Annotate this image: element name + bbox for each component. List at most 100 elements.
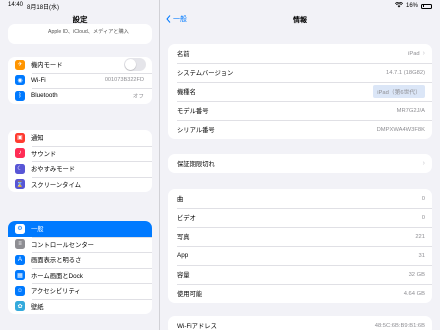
info-card-device: 名前 iPad › システムバージョン 14.7.1 (18G82) 機種名 iPad（第6…	[168, 44, 432, 139]
sidebar-item-value: 001073B322FD	[104, 77, 144, 84]
sidebar-item[interactable]: ♪ サウンド	[8, 145, 152, 162]
sidebar-item[interactable]: ⚙ 一般	[8, 221, 152, 237]
apple-id-subtitle: Apple ID、iCloud、メディアと購入	[48, 29, 129, 35]
sidebar-item-label: 一般	[31, 226, 44, 234]
page-title: 情報	[293, 17, 307, 24]
sidebar-item-label: 壁紙	[31, 303, 44, 311]
sidebar-item[interactable]: ▦ ホーム画面とDock	[8, 267, 152, 284]
apple-id-row[interactable]: Apple ID、iCloud、メディアと購入	[8, 24, 152, 44]
info-row-label: 使用可能	[177, 291, 203, 298]
sidebar-item[interactable]: ᛒ Bluetooth オフ	[8, 88, 152, 104]
status-time: 14:40	[8, 1, 24, 8]
info-row-label: シリアル番号	[177, 127, 215, 134]
info-card-media: 曲 0 ビデオ 0 写真 221 App 31 容量 32 GB 使用可能 4.64 GB	[168, 189, 432, 303]
info-row-value-text: 0	[421, 195, 425, 202]
settings-sidebar: 設定 Apple ID、iCloud、メディアと購入 ✈ 機内モード ◉ Wi-Fi 0…	[0, 0, 160, 330]
wallpaper-icon: ✿	[15, 301, 25, 312]
info-row[interactable]: 名前 iPad ›	[168, 44, 432, 63]
sidebar-item-label: アクセシビリティ	[31, 288, 81, 296]
info-row-label: App	[177, 252, 189, 259]
info-row-value-text: MR7G2J/A	[396, 107, 425, 114]
info-row: モデル番号 MR7G2J/A	[168, 101, 432, 120]
info-row-value: iPad（第6世代）	[373, 85, 425, 98]
sidebar-item[interactable]: ≡ コントロールセンター	[8, 236, 152, 253]
sidebar-item[interactable]: ✿ 壁紙	[8, 298, 152, 315]
sidebar-item-label: スクリーンタイム	[31, 181, 81, 189]
battery-icon	[421, 3, 432, 9]
info-row: シリアル番号 DMPXWA4W3F8K	[168, 120, 432, 139]
info-row-value-text: 4.64 GB	[403, 290, 425, 297]
info-row-value: 31	[419, 253, 425, 259]
notifications-icon: ▣	[15, 132, 25, 143]
nav-bar: 一般 情報	[160, 12, 440, 28]
status-bar: 14:40 8月18日(水) 16%	[0, 0, 440, 12]
sidebar-item-label: おやすみモード	[31, 166, 76, 174]
sidebar-item-label: 画面表示と明るさ	[31, 257, 82, 265]
info-row-value: 0	[422, 215, 425, 221]
sidebar-item-label: ホーム画面とDock	[31, 272, 83, 280]
airplane-mode-toggle[interactable]	[124, 58, 146, 72]
sidebar-item-label: Wi-Fi	[31, 76, 46, 84]
info-card-network: Wi-Fiアドレス 48:5C:6B:B9:B1:6B	[168, 316, 432, 330]
sidebar-item[interactable]: ☾ おやすみモード	[8, 161, 152, 177]
info-row[interactable]: 保証期限切れ ›	[168, 154, 432, 173]
info-row-label: 曲	[177, 196, 184, 203]
sidebar-item-label: サウンド	[31, 150, 57, 158]
info-row: 写真 221	[168, 227, 432, 246]
home-screen-icon: ▦	[15, 270, 25, 281]
info-row-label: 写真	[177, 234, 190, 241]
info-row-label: 機種名	[177, 89, 196, 96]
info-row-label: モデル番号	[177, 108, 209, 115]
info-row-value: 0	[422, 196, 425, 202]
sidebar-item-label: コントロールセンター	[31, 241, 94, 249]
moon-icon: ☾	[15, 163, 25, 174]
chevron-right-icon: ›	[422, 50, 425, 57]
info-row-value: 4.64 GB	[404, 291, 425, 297]
info-row: ビデオ 0	[168, 208, 432, 227]
sidebar-item[interactable]: ⌛ スクリーンタイム	[8, 176, 152, 193]
sidebar-item-value: オフ	[132, 93, 144, 100]
display-icon: A	[15, 254, 25, 265]
battery-percent: 16%	[405, 3, 418, 9]
sidebar-group-connectivity: ✈ 機内モード ◉ Wi-Fi 001073B322FD ᛒ Bluetooth オフ	[8, 57, 152, 104]
wifi-status-icon	[394, 1, 404, 10]
info-row-value: iPad ›	[408, 50, 425, 57]
info-row-label: 保証期限切れ	[177, 161, 215, 168]
info-row-value: DMPXWA4W3F8K	[377, 127, 425, 133]
info-row-value: ›	[423, 160, 425, 167]
status-date: 8月18日(水)	[27, 4, 60, 11]
info-row-value: 14.7.1 (18G82)	[386, 70, 425, 76]
info-row-value-text: 221	[415, 233, 425, 240]
chevron-right-icon: ›	[422, 160, 425, 167]
wifi-icon: ◉	[15, 75, 25, 86]
info-row-value: 48:5C:6B:B9:B1:6B	[375, 323, 425, 329]
info-row-label: システムバージョン	[177, 70, 234, 77]
sidebar-item[interactable]: ☺ アクセシビリティ	[8, 283, 152, 299]
sidebar-item[interactable]: ◉ Wi-Fi 001073B322FD	[8, 72, 152, 89]
accessibility-icon: ☺	[15, 285, 25, 296]
info-row-value-text: iPad（第6世代）	[377, 90, 421, 96]
info-row-label: 容量	[177, 272, 190, 279]
info-card-warranty: 保証期限切れ ›	[168, 154, 432, 173]
info-row: システムバージョン 14.7.1 (18G82)	[168, 63, 432, 82]
detail-pane: 一般 情報 名前 iPad › システムバージョン 14.7.1 (18G82) 機種名 i…	[160, 0, 440, 330]
gear-icon: ⚙	[15, 223, 25, 234]
sidebar-item[interactable]: A 画面表示と明るさ	[8, 252, 152, 268]
sound-icon: ♪	[15, 148, 25, 159]
hourglass-icon: ⌛	[15, 179, 25, 190]
info-row: 使用可能 4.64 GB	[168, 284, 432, 303]
info-row-value-text: 32 GB	[408, 271, 425, 278]
info-row-value: MR7G2J/A	[397, 108, 425, 114]
sidebar-item[interactable]: ▣ 通知	[8, 130, 152, 146]
sidebar-item-label: 通知	[31, 135, 44, 143]
sidebar-item-label: Bluetooth	[31, 92, 58, 100]
info-row: 機種名 iPad（第6世代）	[168, 82, 432, 101]
sidebar-group-notifications: ▣ 通知 ♪ サウンド ☾ おやすみモード ⌛ スクリーンタイム	[8, 130, 152, 192]
sidebar-item[interactable]: ✈ 機内モード	[8, 57, 152, 73]
airplane-icon: ✈	[15, 59, 25, 70]
info-row-label: Wi-Fiアドレス	[177, 323, 217, 330]
info-row-label: ビデオ	[177, 215, 196, 222]
info-row-value-text: iPad	[408, 50, 420, 57]
info-row-value-text: 48:5C:6B:B9:B1:6B	[374, 322, 425, 329]
info-row: App 31	[168, 246, 432, 265]
